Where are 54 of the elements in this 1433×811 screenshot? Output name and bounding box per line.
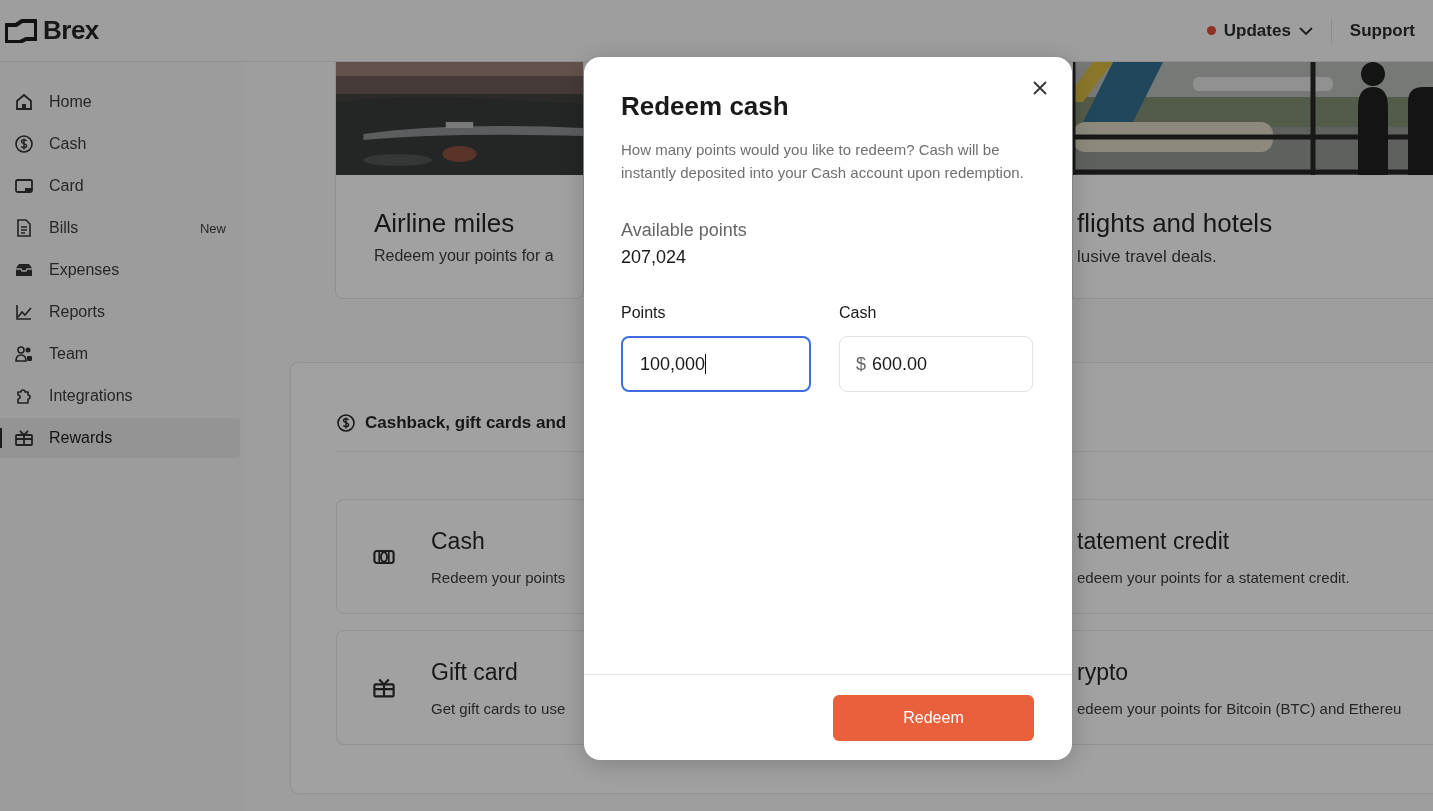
logo-icon xyxy=(5,18,37,43)
option-title: rypto xyxy=(1077,658,1130,686)
document-icon xyxy=(14,218,34,238)
sidebar-item[interactable]: Bills New xyxy=(0,208,240,248)
support-button[interactable]: Support xyxy=(1347,16,1417,45)
sidebar-item[interactable]: Integrations xyxy=(0,376,240,416)
option-description: Redeem your points xyxy=(431,568,566,586)
dialog-title: Redeem cash xyxy=(621,91,790,122)
points-field[interactable]: 100,000 xyxy=(621,336,811,392)
card-description: lusive travel deals. xyxy=(1077,247,1218,267)
chevron-down-icon xyxy=(1298,26,1313,35)
available-points-value: 207,024 xyxy=(621,247,688,268)
reward-card[interactable]: flights and hotels lusive travel deals. xyxy=(1072,62,1433,299)
currency-symbol: $ xyxy=(856,353,866,375)
field-value: 100,000 xyxy=(640,353,706,375)
puzzle-icon xyxy=(14,386,34,406)
option-description: Get gift cards to use xyxy=(431,699,566,717)
gift-icon xyxy=(14,428,34,448)
reward-option-card[interactable]: tatement credit edeem your points for a statement credit. xyxy=(1073,499,1433,614)
reward-option-card[interactable]: rypto edeem your points for Bitcoin (BTC) and Ethereu xyxy=(1073,630,1433,745)
home-icon xyxy=(14,92,34,112)
field-label: Points xyxy=(621,304,667,322)
card-title: Airline miles xyxy=(374,208,516,239)
card-icon xyxy=(14,176,34,196)
option-title: tatement credit xyxy=(1077,527,1231,555)
sidebar-item[interactable]: Expenses xyxy=(0,250,240,290)
new-label: New xyxy=(200,220,226,236)
dollar-icon xyxy=(336,413,356,433)
reward-card[interactable]: Airline miles Redeem your points for a xyxy=(335,62,584,299)
sidebar-item[interactable]: Card xyxy=(0,166,240,206)
chart-icon xyxy=(14,302,34,322)
option-title: Gift card xyxy=(431,658,519,686)
available-points-label: Available points xyxy=(621,220,748,241)
dollar-icon xyxy=(14,134,34,154)
sidebar-item[interactable]: Team xyxy=(0,334,240,374)
sidebar-item[interactable]: Cash xyxy=(0,124,240,164)
close-icon xyxy=(1032,80,1048,96)
sidebar-item[interactable]: Reports xyxy=(0,292,240,332)
logo-text: Brex xyxy=(43,15,99,46)
updates-button[interactable]: Updates xyxy=(1204,16,1315,45)
card-title: flights and hotels xyxy=(1077,208,1274,239)
option-title: Cash xyxy=(431,527,486,555)
dialog-description: How many points would you like to redeem? Cash will be instantly deposited into your Cash account upon redemption. xyxy=(621,140,1025,183)
sidebar-item[interactable]: Home xyxy=(0,82,240,122)
field-value: 600.00 xyxy=(872,353,928,375)
cash-field[interactable]: $ 600.00 xyxy=(839,336,1033,392)
people-icon xyxy=(14,344,34,364)
option-description: edeem your points for Bitcoin (BTC) and Ethereu xyxy=(1077,699,1402,717)
redeem-button[interactable]: Redeem xyxy=(833,694,1034,741)
sidebar-item[interactable]: Rewards xyxy=(0,418,240,458)
field-label: Cash xyxy=(839,304,878,322)
card-description: Redeem your points for a xyxy=(374,247,555,265)
option-description: edeem your points for a statement credit. xyxy=(1077,568,1350,586)
section-title: Cashback, gift cards and xyxy=(365,413,567,433)
